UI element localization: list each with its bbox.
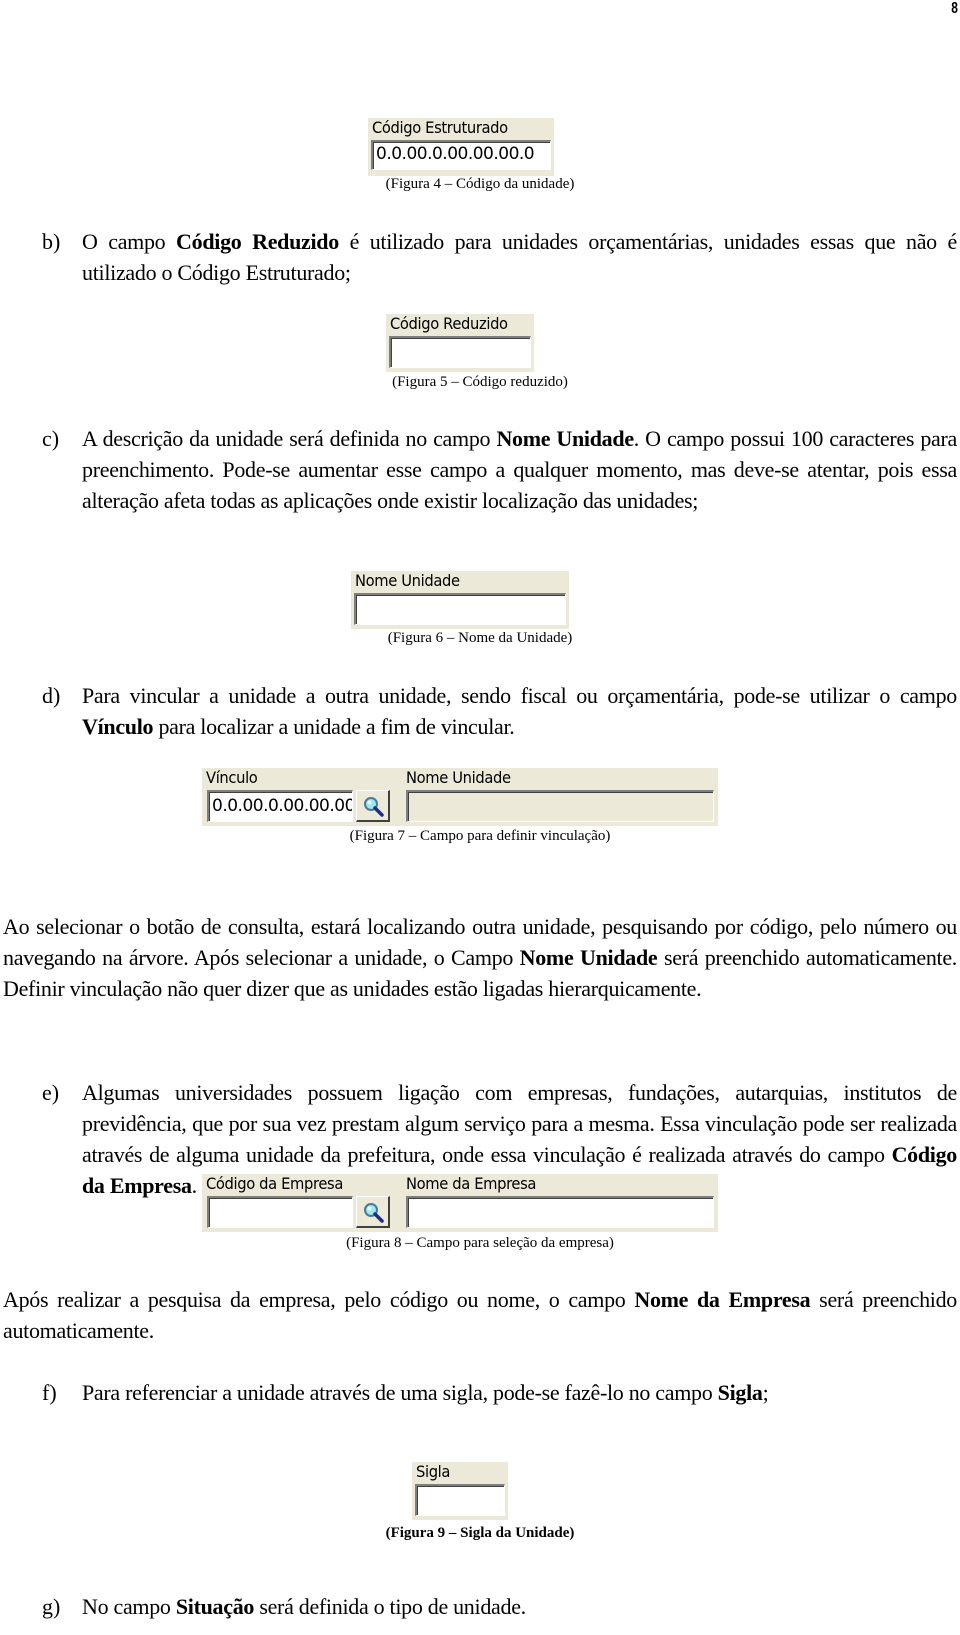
figure-5-caption: (Figura 5 – Código reduzido) bbox=[392, 374, 568, 390]
figure-7-vinculo-panel: Vínculo 0.0.00.0.00.00.00 Nome Unidade bbox=[202, 768, 718, 826]
item-g-text: No campo Situação será definida o tipo d… bbox=[82, 1594, 526, 1619]
item-f-bold: Sigla bbox=[717, 1380, 763, 1405]
figure-9-caption: (Figura 9 – Sigla da Unidade) bbox=[385, 1525, 575, 1541]
figure-8-caption: (Figura 8 – Campo para seleção da empres… bbox=[346, 1235, 614, 1251]
item-b-text: O campo Código Reduzido é utilizado para… bbox=[82, 229, 957, 285]
item-d: d) Para vincular a unidade a outra unida… bbox=[42, 680, 957, 742]
item-c-bold: Nome Unidade bbox=[496, 426, 634, 451]
item-b-bold: Código Reduzido bbox=[176, 229, 339, 254]
item-d-bold: Vínculo bbox=[82, 714, 154, 739]
magnifier-icon bbox=[364, 797, 384, 817]
item-d-label: d) bbox=[42, 683, 61, 708]
item-d-text: Para vincular a unidade a outra unidade,… bbox=[82, 683, 957, 739]
item-b-label: b) bbox=[42, 229, 61, 254]
item-c: c) A descrição da unidade será definida … bbox=[42, 423, 957, 516]
nome-unidade-vinculo-input[interactable] bbox=[406, 790, 714, 822]
paragraph-consulta-bold: Nome Unidade bbox=[519, 945, 658, 970]
codigo-estruturado-label: Código Estruturado bbox=[372, 118, 508, 137]
figure-6-caption: (Figura 6 – Nome da Unidade) bbox=[387, 630, 573, 646]
figure-7-caption: (Figura 7 – Campo para definir vinculaçã… bbox=[349, 828, 611, 844]
item-e-label: e) bbox=[42, 1080, 60, 1105]
figure-6-nome-unidade-panel: Nome Unidade bbox=[351, 571, 569, 629]
item-c-text: A descrição da unidade será definida no … bbox=[82, 426, 957, 513]
paragraph-consulta: Ao selecionar o botão de consulta, estar… bbox=[3, 914, 957, 1001]
codigo-empresa-search-button[interactable] bbox=[356, 1196, 390, 1228]
item-g-bold: Situação bbox=[175, 1594, 255, 1619]
codigo-estruturado-input[interactable]: 0.0.00.0.00.00.00.0 bbox=[371, 140, 551, 170]
magnifier-icon bbox=[364, 1203, 384, 1223]
figure-9-sigla-panel: Sigla bbox=[412, 1462, 508, 1520]
nome-unidade-label: Nome Unidade bbox=[355, 571, 460, 590]
codigo-reduzido-label: Código Reduzido bbox=[390, 314, 508, 333]
item-b: b) O campo Código Reduzido é utilizado p… bbox=[42, 226, 957, 288]
nome-unidade-input[interactable] bbox=[354, 593, 566, 625]
vinculo-label: Vínculo bbox=[206, 768, 258, 787]
vinculo-input[interactable]: 0.0.00.0.00.00.00 bbox=[207, 790, 353, 822]
vinculo-search-button[interactable] bbox=[356, 790, 390, 822]
item-g: g) No campo Situação será definida o tip… bbox=[42, 1591, 957, 1622]
paragraph-pesquisa-empresa: Após realizar a pesquisa da empresa, pel… bbox=[3, 1287, 957, 1343]
nome-unidade-vinculo-label: Nome Unidade bbox=[406, 768, 511, 787]
paragraph-pesquisa-empresa-bold: Nome da Empresa bbox=[634, 1287, 811, 1312]
nome-empresa-input[interactable] bbox=[406, 1196, 714, 1228]
item-f-label: f) bbox=[42, 1380, 57, 1405]
page-number: 8 bbox=[951, 0, 958, 17]
nome-empresa-label: Nome da Empresa bbox=[406, 1174, 537, 1193]
item-f-text: Para referenciar a unidade através de um… bbox=[82, 1380, 769, 1405]
codigo-empresa-label: Código da Empresa bbox=[206, 1174, 343, 1193]
codigo-reduzido-input[interactable] bbox=[389, 336, 531, 368]
figure-5-codigo-reduzido-panel: Código Reduzido bbox=[386, 314, 534, 372]
figure-4-codigo-estruturado-panel: Código Estruturado 0.0.00.0.00.00.00.0 bbox=[368, 118, 554, 176]
sigla-input[interactable] bbox=[415, 1484, 505, 1516]
figure-4-caption: (Figura 4 – Código da unidade) bbox=[385, 176, 575, 192]
figure-8-empresa-panel: Código da Empresa Nome da Empresa bbox=[202, 1174, 718, 1232]
item-g-label: g) bbox=[42, 1594, 61, 1619]
codigo-empresa-input[interactable] bbox=[207, 1196, 353, 1228]
item-f: f) Para referenciar a unidade através de… bbox=[42, 1377, 957, 1408]
sigla-label: Sigla bbox=[416, 1462, 451, 1481]
item-c-label: c) bbox=[42, 426, 60, 451]
